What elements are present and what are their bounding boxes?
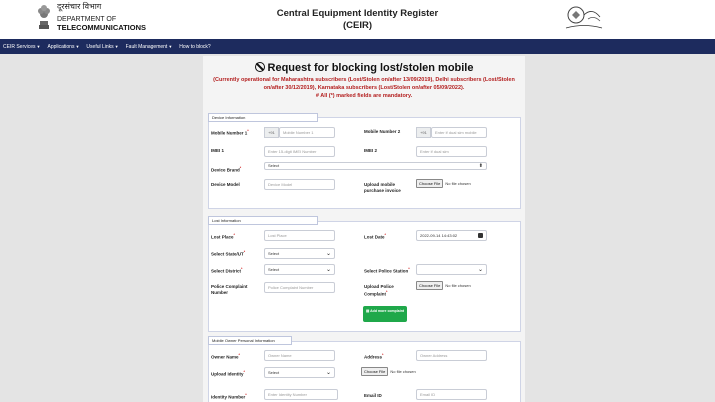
nav-how-to-block[interactable]: How to block?	[179, 44, 210, 50]
lost-date-input[interactable]: 2022-09-14 14:43:02	[416, 230, 487, 241]
complaint-file-status: No file chosen	[445, 283, 471, 288]
complaint-file-input[interactable]: Choose File No file chosen	[416, 281, 471, 290]
chevron-down-icon: ⌄	[477, 267, 483, 273]
complaint-number-input[interactable]: Police Complaint Number	[264, 282, 335, 293]
lost-place-label: Lost Place*	[211, 233, 235, 240]
notice-text: (Currently operational for Maharashtra s…	[213, 77, 515, 91]
site-title-line2: (CEIR)	[342, 20, 373, 31]
address-input[interactable]: Owner Address	[416, 350, 487, 361]
operational-notice: (Currently operational for Maharashtra s…	[209, 77, 519, 101]
calendar-icon[interactable]	[478, 233, 483, 238]
imei1-input[interactable]: Enter 15-digit IMEI Number	[264, 146, 335, 157]
state-select[interactable]: Select ⌄	[264, 248, 335, 259]
lost-date-label: Lost Date*	[364, 233, 386, 240]
caret-down-icon: ▼	[168, 43, 173, 49]
mandatory-note: # All (*) marked fields are mandatory.	[315, 93, 413, 99]
chevron-down-icon: ⌄	[325, 251, 331, 257]
identity-type-select[interactable]: Select ⌄	[264, 367, 335, 378]
nav-label: Applications	[47, 43, 75, 50]
nav-label: Fault Management	[125, 43, 168, 50]
caret-down-icon: ▼	[75, 43, 80, 49]
email-label: Email ID	[364, 393, 382, 398]
complaint-choose-file-button[interactable]: Choose File	[416, 281, 444, 290]
nav-fault-management[interactable]: Fault Management▼	[126, 44, 173, 50]
site-header: दूरसंचार विभाग DEPARTMENT OF TELECOMMUNI…	[0, 0, 715, 39]
mobile2-label: Mobile Number 2	[364, 129, 401, 134]
invoice-label: Upload mobile purchase invoice	[364, 182, 401, 193]
nav-ceir-services[interactable]: CEIR Services▼	[3, 44, 40, 50]
imei2-input[interactable]: Enter if dual sim	[416, 146, 487, 157]
police-station-label: Select Police Station*	[364, 267, 410, 274]
nav-label: CEIR Services	[3, 43, 36, 50]
mobile2-prefix: +91	[416, 127, 431, 138]
identity-number-label: Identity Number*	[211, 393, 247, 400]
invoice-choose-file-button[interactable]: Choose File	[416, 179, 444, 188]
imei2-label: IMEI 2	[364, 148, 378, 153]
district-select[interactable]: Select ⌄	[264, 264, 335, 275]
device-info-tab: Device Information	[208, 113, 318, 122]
ban-icon	[254, 62, 265, 72]
device-model-label: Device Model	[211, 182, 240, 187]
add-complaint-button[interactable]: ▤ Add more complaint	[363, 306, 407, 322]
mobile1-label: Mobile Number 1*	[211, 129, 249, 136]
chevron-down-icon: ⌄	[325, 370, 331, 376]
owner-name-input[interactable]: Owner Name	[264, 350, 335, 361]
chevron-down-icon: ⌄	[325, 267, 331, 273]
complaint-number-label: Police Complaint Number	[211, 284, 248, 295]
identity-file-status: No file chosen	[390, 369, 416, 374]
add-complaint-label: Add more complaint	[370, 309, 404, 313]
mobile2-input[interactable]: Enter if dual sim mobile	[431, 127, 487, 138]
device-brand-label: Device Brand*	[211, 166, 242, 173]
block-request-panel: Request for blocking lost/stolen mobile …	[203, 56, 525, 402]
invoice-file-status: No file chosen	[445, 181, 471, 186]
owner-info-tab: Mobile Owner Personal Information	[208, 336, 292, 345]
complaint-upload-label: Upload Police Complaint*	[364, 284, 394, 296]
district-label: Select District*	[211, 267, 243, 274]
site-title-line1: Central Equipment Identity Register	[276, 8, 439, 19]
identity-number-input[interactable]: Enter Identity Number	[264, 389, 338, 400]
identity-file-input[interactable]: Choose File No file chosen	[361, 367, 416, 376]
page-title: Request for blocking lost/stolen mobile	[203, 62, 525, 74]
nav-useful-links[interactable]: Useful Links▼	[86, 44, 118, 50]
page-title-text: Request for blocking lost/stolen mobile	[267, 62, 474, 74]
address-label: Address*	[364, 353, 384, 360]
upload-identity-label: Upload Identity*	[211, 370, 245, 377]
invoice-file-input[interactable]: Choose File No file chosen	[416, 179, 471, 188]
amrit-mahotsav-logo-icon	[565, 6, 603, 29]
owner-name-label: Owner Name*	[211, 353, 240, 360]
site-title: Central Equipment Identity Register (CEI…	[0, 8, 715, 32]
nav-label: How to block?	[179, 43, 211, 50]
chevron-down-icon: ⬍	[478, 163, 483, 169]
device-model-input[interactable]: Device Model	[264, 179, 335, 190]
lost-place-input[interactable]: Lost Place	[264, 230, 335, 241]
nav-applications[interactable]: Applications▼	[47, 44, 79, 50]
state-label: Select State/UT*	[211, 250, 246, 257]
mobile1-input[interactable]: Mobile Number 1	[279, 127, 335, 138]
email-input[interactable]: Email ID	[416, 389, 487, 400]
mobile1-prefix: +91	[264, 127, 279, 138]
caret-down-icon: ▼	[114, 43, 119, 49]
lost-info-tab: Lost Information	[208, 216, 318, 225]
caret-down-icon: ▼	[36, 43, 41, 49]
identity-choose-file-button[interactable]: Choose File	[361, 367, 389, 376]
imei1-label: IMEI 1	[211, 148, 225, 153]
main-nav: CEIR Services▼ Applications▼ Useful Link…	[0, 39, 715, 54]
device-brand-select[interactable]: Select ⬍	[264, 162, 487, 170]
nav-label: Useful Links	[86, 43, 114, 50]
police-station-select[interactable]: ⌄	[416, 264, 487, 275]
